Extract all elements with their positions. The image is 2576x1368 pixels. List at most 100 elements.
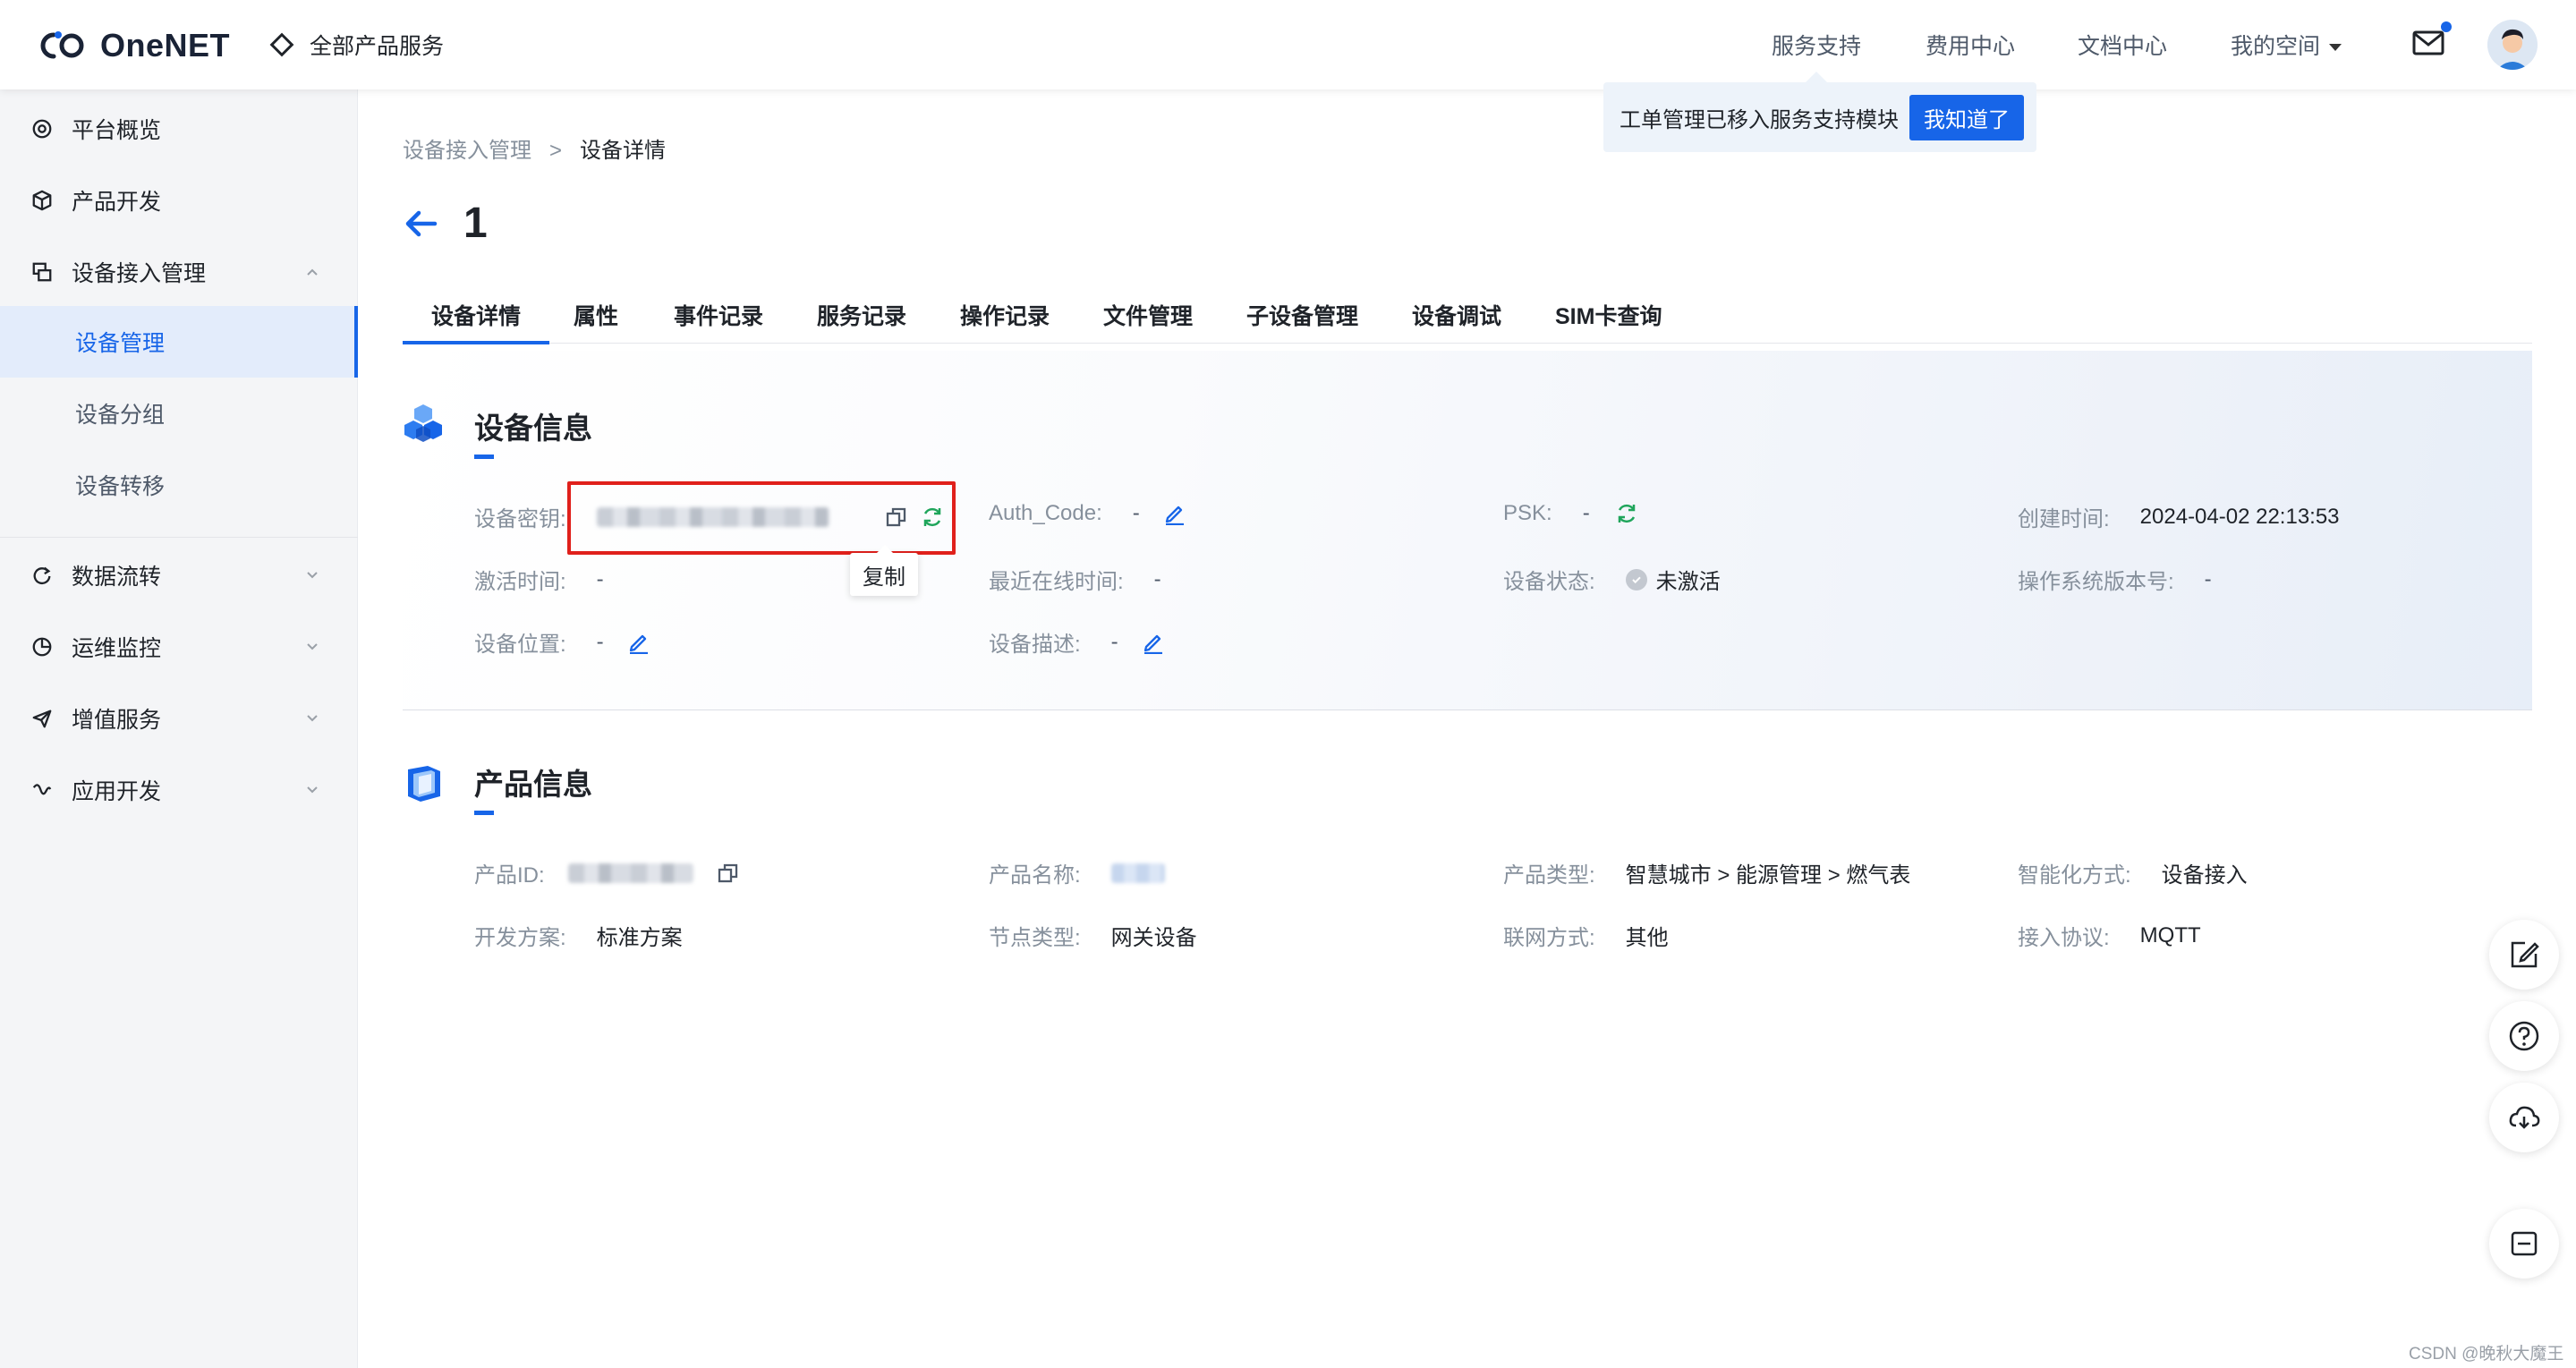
field-psk: PSK: - xyxy=(1503,501,1638,526)
field-auth-code: Auth_Code: - xyxy=(989,501,1186,526)
chevron-down-icon xyxy=(307,786,318,794)
section-title-underline xyxy=(474,455,494,459)
dev-plan-label: 开发方案: xyxy=(474,926,566,950)
sidebar: 平台概览 产品开发 设备接入管理 设备管理 设备分组 设备转移 数据流转 运维监… xyxy=(0,89,358,1368)
breadcrumb-parent[interactable]: 设备接入管理 xyxy=(403,139,531,163)
product-id-value-redacted xyxy=(567,862,693,883)
flow-icon xyxy=(33,566,51,584)
copy-icon[interactable] xyxy=(717,862,740,885)
auth-code-label: Auth_Code: xyxy=(989,501,1102,525)
brand-name: OneNET xyxy=(100,27,231,64)
feedback-edit-button[interactable] xyxy=(2489,920,2559,990)
os-version-label: 操作系统版本号: xyxy=(2018,570,2174,594)
section-title-underline xyxy=(474,811,494,815)
edit-pencil-icon[interactable] xyxy=(1142,631,1165,654)
collapse-button[interactable] xyxy=(2489,1209,2559,1279)
device-secret-label: 设备密钥: xyxy=(474,507,566,531)
sidebar-sub-device-management[interactable]: 设备管理 xyxy=(0,306,358,378)
device-status-value: 未激活 xyxy=(1655,570,1721,594)
user-avatar[interactable] xyxy=(2487,20,2538,70)
sidebar-item-product-dev[interactable]: 产品开发 xyxy=(0,165,358,236)
sidebar-item-label: 增值服务 xyxy=(72,708,162,733)
tab-sim-query[interactable]: SIM卡查询 xyxy=(1555,299,1662,344)
field-last-online: 最近在线时间: - xyxy=(989,564,1161,595)
tab-properties[interactable]: 属性 xyxy=(574,299,618,344)
sidebar-sub-device-transfer[interactable]: 设备转移 xyxy=(0,449,358,521)
refresh-icon[interactable] xyxy=(1615,502,1638,525)
field-product-id: 产品ID: xyxy=(474,857,740,888)
dev-plan-value: 标准方案 xyxy=(596,926,683,950)
cloud-service-button[interactable] xyxy=(2489,1083,2559,1152)
status-check-icon xyxy=(1625,568,1647,591)
cube-icon xyxy=(32,190,52,211)
chevron-down-icon xyxy=(307,715,318,722)
app-icon xyxy=(32,784,52,795)
mail-icon xyxy=(2412,30,2444,55)
field-created-time: 创建时间: 2024-04-02 22:13:53 xyxy=(2018,501,2340,532)
device-status-label: 设备状态: xyxy=(1503,570,1595,594)
sidebar-sub-device-group[interactable]: 设备分组 xyxy=(0,378,358,449)
created-time-label: 创建时间: xyxy=(2018,507,2110,531)
onenet-logo[interactable]: OneNET xyxy=(36,23,230,68)
device-location-value: - xyxy=(596,629,604,654)
tab-device-debug[interactable]: 设备调试 xyxy=(1412,299,1501,344)
tab-sub-devices[interactable]: 子设备管理 xyxy=(1246,299,1358,344)
chevron-down-icon xyxy=(307,643,318,650)
sidebar-item-overview[interactable]: 平台概览 xyxy=(0,93,358,165)
network-mode-value: 其他 xyxy=(1625,926,1669,950)
notice-text: 工单管理已移入服务支持模块 xyxy=(1620,107,1899,132)
notice-acknowledge-button[interactable]: 我知道了 xyxy=(1909,94,2024,140)
sidebar-item-device-access[interactable]: 设备接入管理 xyxy=(0,236,358,308)
nav-docs-center[interactable]: 文档中心 xyxy=(2078,29,2167,61)
sidebar-item-label: 平台概览 xyxy=(72,118,162,143)
help-button[interactable] xyxy=(2489,1001,2559,1071)
back-arrow-icon[interactable] xyxy=(403,206,438,242)
all-products-label: 全部产品服务 xyxy=(310,34,445,59)
tab-service-records[interactable]: 服务记录 xyxy=(817,299,906,344)
device-description-label: 设备描述: xyxy=(989,633,1081,657)
breadcrumb: 设备接入管理 > 设备详情 xyxy=(403,132,666,164)
device-location-label: 设备位置: xyxy=(474,633,566,657)
device-icon xyxy=(32,262,52,282)
onenet-logo-icon xyxy=(40,31,84,59)
field-product-type: 产品类型: 智慧城市 > 能源管理 > 燃气表 xyxy=(1503,857,1910,888)
sidebar-item-app-dev[interactable]: 应用开发 xyxy=(0,754,358,826)
psk-value: - xyxy=(1582,501,1590,525)
sidebar-item-value-added[interactable]: 增值服务 xyxy=(0,683,358,754)
avatar-icon xyxy=(2487,20,2538,70)
sidebar-item-label: 设备接入管理 xyxy=(72,261,207,286)
nav-billing-center[interactable]: 费用中心 xyxy=(1926,29,2015,61)
edit-icon xyxy=(2511,941,2539,968)
sidebar-item-data-flow[interactable]: 数据流转 xyxy=(0,540,358,611)
tab-file-management[interactable]: 文件管理 xyxy=(1103,299,1193,344)
nav-service-support[interactable]: 服务支持 xyxy=(1772,29,1861,61)
product-id-label: 产品ID: xyxy=(474,863,545,888)
tab-operation-records[interactable]: 操作记录 xyxy=(960,299,1050,344)
mail-button[interactable] xyxy=(2412,21,2452,57)
sidebar-divider xyxy=(0,537,358,538)
copy-tooltip: 复制 xyxy=(850,545,918,596)
tab-event-records[interactable]: 事件记录 xyxy=(674,299,763,344)
all-products-menu[interactable]: 全部产品服务 xyxy=(268,29,444,61)
diamond-icon xyxy=(269,32,294,57)
product-info-title: 产品信息 xyxy=(474,768,592,801)
last-online-value: - xyxy=(1153,566,1161,591)
chevron-up-icon xyxy=(307,268,318,276)
page-title-row: 1 xyxy=(403,199,488,248)
field-os-version: 操作系统版本号: - xyxy=(2018,564,2212,595)
nav-my-space[interactable]: 我的空间 xyxy=(2231,29,2342,61)
field-node-type: 节点类型: 网关设备 xyxy=(989,920,1197,951)
product-type-value: 智慧城市 > 能源管理 > 燃气表 xyxy=(1625,863,1911,888)
sidebar-item-label: 运维监控 xyxy=(72,636,162,661)
node-type-value: 网关设备 xyxy=(1110,926,1197,950)
edit-pencil-icon[interactable] xyxy=(1163,502,1186,525)
edit-pencil-icon[interactable] xyxy=(627,631,650,654)
sidebar-item-ops-monitor[interactable]: 运维监控 xyxy=(0,611,358,683)
notification-dot xyxy=(2441,21,2452,32)
access-protocol-value: MQTT xyxy=(2139,922,2201,947)
field-device-description: 设备描述: - xyxy=(989,626,1165,658)
sidebar-item-label: 数据流转 xyxy=(72,565,162,590)
tab-device-details[interactable]: 设备详情 xyxy=(402,299,550,344)
chevron-down-icon xyxy=(307,572,318,579)
field-device-location: 设备位置: - xyxy=(474,626,650,658)
